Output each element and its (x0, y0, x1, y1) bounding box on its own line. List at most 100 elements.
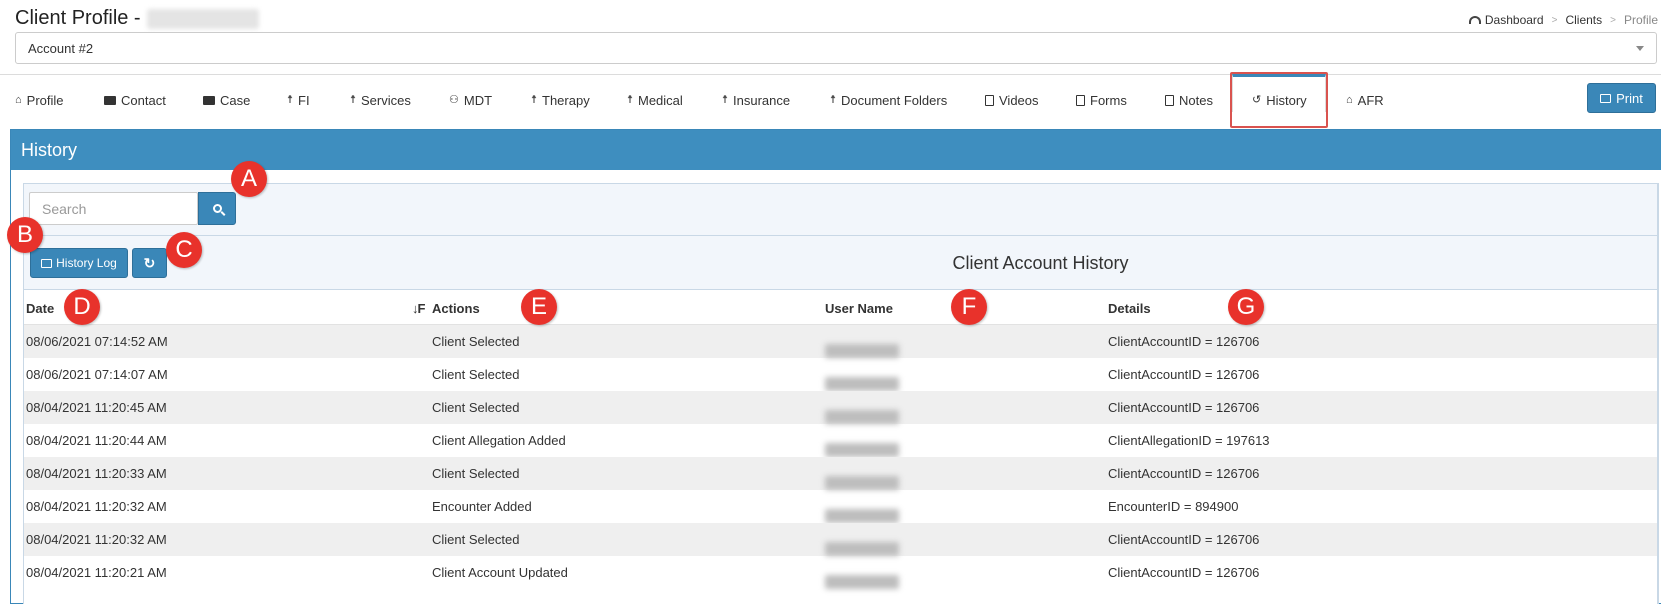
table-row[interactable]: 08/04/2021 11:20:33 AM Client Selected C… (24, 457, 1657, 490)
breadcrumb-current: Profile (1623, 13, 1658, 27)
table-row[interactable]: 08/06/2021 07:14:52 AM Client Selected C… (24, 325, 1657, 358)
cell-date: 08/04/2021 11:20:32 AM (26, 532, 167, 547)
tab-label: Notes (1179, 92, 1213, 108)
tab-afr[interactable]: ⌂ AFR (1346, 90, 1384, 110)
tab-label: AFR (1357, 92, 1384, 108)
person-icon: ☨ (830, 93, 836, 106)
table-row[interactable]: 08/04/2021 11:20:32 AM Client Selected C… (24, 523, 1657, 556)
person-icon: ☨ (722, 93, 728, 106)
person-icon: ☨ (531, 93, 537, 106)
tab-case[interactable]: Case (203, 90, 250, 110)
client-name-redacted (146, 8, 259, 29)
refresh-button[interactable]: ↻ (132, 248, 167, 278)
history-log-label: History Log (56, 256, 117, 270)
search-button[interactable] (198, 192, 236, 225)
tab-label: Insurance (733, 92, 791, 108)
tab-videos[interactable]: Videos (985, 90, 1039, 110)
tabs-divider (0, 74, 1661, 75)
account-select-value: Account #2 (28, 40, 94, 56)
tab-profile[interactable]: ⌂ Profile (15, 90, 64, 110)
file-icon (1165, 94, 1174, 106)
briefcase-icon (203, 95, 215, 105)
breadcrumb-dashboard[interactable]: Dashboard (1485, 13, 1544, 27)
cell-action: Client Selected (432, 466, 520, 481)
sort-descending-icon[interactable]: ↓F (412, 301, 425, 316)
cell-details: ClientAccountID = 126706 (1108, 565, 1260, 580)
annotation-marker-b: B (7, 217, 43, 253)
table-row[interactable]: 08/04/2021 11:20:44 AM Client Allegation… (24, 424, 1657, 457)
home-icon: ⌂ (1346, 93, 1353, 106)
tab-label: Document Folders (841, 92, 948, 108)
breadcrumb-separator: > (1610, 14, 1616, 26)
person-icon: ☨ (350, 93, 356, 106)
tab-fi[interactable]: ☨ FI (287, 90, 310, 110)
table-row[interactable]: 08/04/2021 11:20:32 AM Encounter Added E… (24, 490, 1657, 523)
tab-label: Forms (1090, 92, 1127, 108)
cell-date: 08/04/2021 11:20:45 AM (26, 400, 167, 415)
tab-mdt[interactable]: ⚇ MDT (449, 90, 492, 110)
cell-date: 08/06/2021 07:14:07 AM (26, 367, 168, 382)
cell-action: Client Allegation Added (432, 433, 566, 448)
cell-date: 08/04/2021 11:20:21 AM (26, 565, 167, 580)
cell-action: Client Selected (432, 334, 520, 349)
tab-forms[interactable]: Forms (1076, 90, 1127, 110)
cell-action: Encounter Added (432, 499, 532, 514)
search-icon (212, 204, 222, 213)
tab-label: History (1266, 92, 1307, 108)
search-input[interactable] (29, 192, 198, 225)
table-row[interactable]: 08/06/2021 07:14:07 AM Client Selected C… (24, 358, 1657, 391)
tab-contact[interactable]: Contact (104, 90, 166, 110)
dashboard-link[interactable]: Dashboard (1468, 13, 1544, 27)
person-icon: ☨ (287, 93, 293, 106)
cell-action: Client Selected (432, 532, 520, 547)
cell-details: ClientAccountID = 126706 (1108, 400, 1260, 415)
cell-action: Client Account Updated (432, 565, 568, 580)
tab-label: Medical (638, 92, 683, 108)
tab-history[interactable]: ↺ History (1252, 90, 1307, 110)
users-icon: ⚇ (449, 93, 459, 106)
breadcrumb-clients[interactable]: Clients (1565, 13, 1602, 27)
cell-date: 08/06/2021 07:14:52 AM (26, 334, 168, 349)
column-header-user-name[interactable]: User Name (825, 301, 893, 316)
cell-date: 08/04/2021 11:20:33 AM (26, 466, 167, 481)
cell-date: 08/04/2021 11:20:44 AM (26, 433, 167, 448)
table-title: Client Account History (952, 253, 1129, 273)
print-button[interactable]: Print (1587, 83, 1656, 113)
account-select[interactable]: Account #2 (15, 32, 1657, 64)
tab-label: Contact (121, 92, 166, 108)
tab-label: MDT (463, 92, 493, 108)
annotation-marker-c: C (166, 232, 202, 268)
breadcrumb: Dashboard > Clients > Profile (1468, 13, 1658, 27)
cell-details: ClientAccountID = 126706 (1108, 466, 1260, 481)
cell-action: Client Selected (432, 367, 520, 382)
tab-medical[interactable]: ☨ Medical (627, 90, 683, 110)
chevron-down-icon (1636, 45, 1644, 51)
search-bar (24, 184, 1657, 235)
table-row[interactable]: 08/04/2021 11:20:21 AM Client Account Up… (24, 556, 1657, 589)
address-card-icon (104, 95, 116, 105)
print-button-label: Print (1616, 90, 1643, 106)
history-panel: History History Log ↻ Client Account His… (10, 129, 1661, 604)
tab-label: Videos (999, 92, 1039, 108)
grid-toolbar: History Log ↻ Client Account History (24, 235, 1657, 290)
history-log-button[interactable]: History Log (30, 248, 128, 278)
table-row[interactable]: 08/04/2021 11:20:45 AM Client Selected C… (24, 391, 1657, 424)
cell-action: Client Selected (432, 400, 520, 415)
tab-services[interactable]: ☨ Services (350, 90, 411, 110)
tab-label: FI (298, 92, 310, 108)
person-icon: ☨ (627, 93, 633, 106)
column-header-actions[interactable]: Actions (432, 301, 480, 316)
tab-notes[interactable]: Notes (1165, 90, 1213, 110)
file-icon (1076, 94, 1085, 106)
cell-details: ClientAccountID = 126706 (1108, 334, 1260, 349)
annotation-marker-a: A (231, 161, 267, 197)
column-header-date[interactable]: Date (26, 301, 54, 316)
page-title: Client Profile - (15, 7, 259, 30)
tab-document-folders[interactable]: ☨ Document Folders (830, 90, 947, 110)
tab-label: Therapy (542, 92, 590, 108)
refresh-icon: ↻ (143, 254, 156, 271)
file-video-icon (985, 94, 994, 106)
tab-insurance[interactable]: ☨ Insurance (722, 90, 790, 110)
tab-therapy[interactable]: ☨ Therapy (531, 90, 590, 110)
column-header-details[interactable]: Details (1108, 301, 1151, 316)
